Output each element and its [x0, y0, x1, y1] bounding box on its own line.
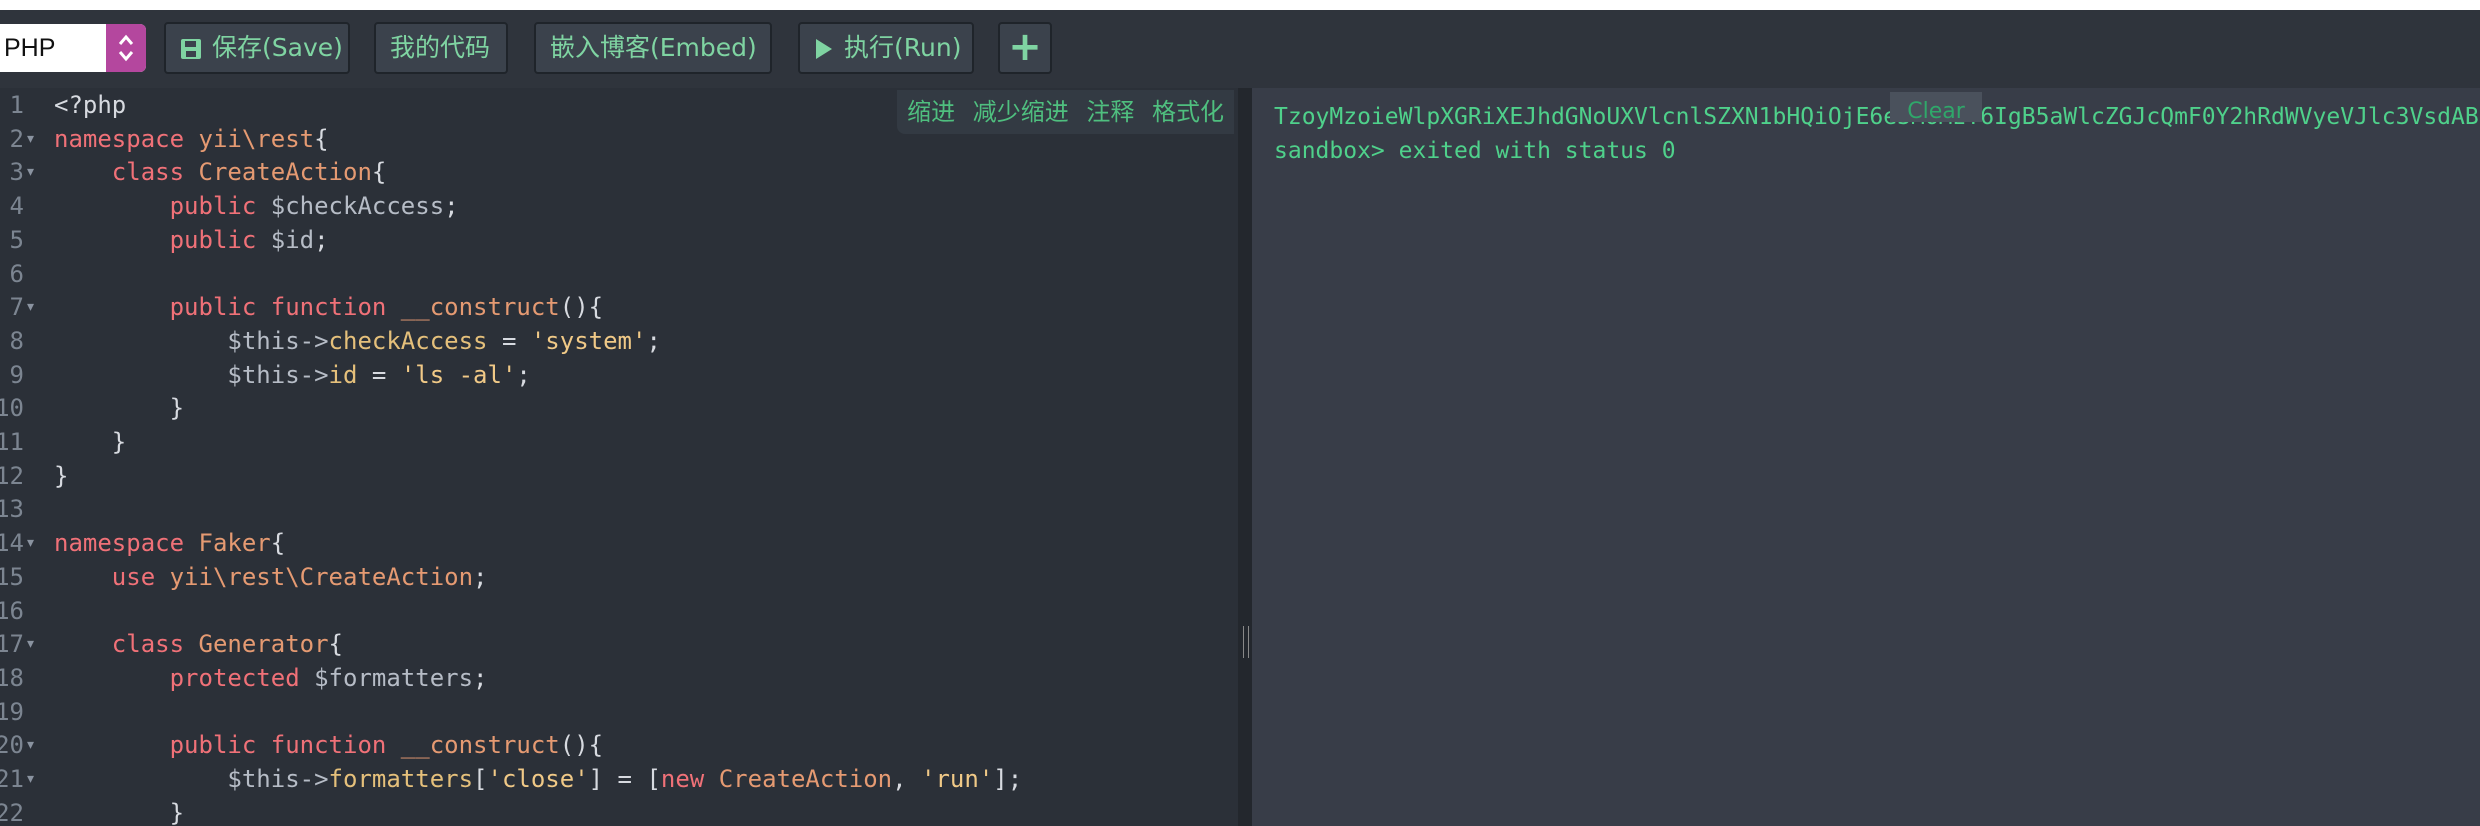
- pane-splitter[interactable]: [1238, 88, 1252, 826]
- line-number: 18: [0, 663, 24, 692]
- code-line[interactable]: namespace Faker{: [54, 526, 285, 560]
- code-line[interactable]: public $id;: [54, 223, 329, 257]
- outdent-button[interactable]: 减少缩进: [973, 98, 1069, 126]
- output-panel: TzoyMzoieWlpXGRiXEJhdGNoUXVlcnlSZXN1bHQi…: [1252, 88, 2480, 826]
- line-number: 21: [0, 765, 24, 793]
- code-line[interactable]: }: [54, 459, 68, 493]
- select-arrows-icon[interactable]: [106, 24, 146, 72]
- line-number: 10: [0, 394, 24, 423]
- line-number: 15: [0, 562, 24, 591]
- embed-button[interactable]: 嵌入博客(Embed): [534, 22, 772, 74]
- code-line[interactable]: protected $formatters;: [54, 661, 488, 695]
- language-select-value: PHP: [4, 34, 56, 62]
- editor-toolbox: 缩进 减少缩进 注释 格式化: [897, 90, 1234, 134]
- line-number: 9: [9, 360, 24, 389]
- format-button[interactable]: 格式化: [1152, 98, 1224, 126]
- fold-toggle-icon[interactable]: ▾: [27, 728, 34, 762]
- save-button-label: 保存(Save): [212, 33, 343, 62]
- language-select[interactable]: PHP: [0, 24, 146, 72]
- line-number: 14: [0, 529, 24, 558]
- code-line[interactable]: public function __construct(){: [54, 728, 604, 762]
- plus-icon: +: [1008, 24, 1042, 70]
- fold-toggle-icon[interactable]: ▾: [27, 122, 34, 156]
- line-number-gutter: 1 2 ▾ 3 ▾ 4 5 6 7 ▾ 8 9 10 11 12 13 14 ▾ 15 16 17 ▾ 18 19 20 ▾ 21 ▾…: [0, 88, 50, 826]
- my-code-button-label: 我的代码: [390, 33, 491, 62]
- fold-toggle-icon[interactable]: ▾: [27, 627, 34, 661]
- my-code-button[interactable]: 我的代码: [374, 22, 508, 74]
- code-line[interactable]: }: [54, 425, 126, 459]
- window-top-strip: [0, 0, 2480, 10]
- code-line[interactable]: use yii\rest\CreateAction;: [54, 560, 488, 594]
- code-line[interactable]: <?php: [54, 88, 126, 122]
- code-line[interactable]: class CreateAction{: [54, 155, 387, 189]
- code-line[interactable]: }: [54, 796, 184, 826]
- line-number: 20: [0, 731, 24, 760]
- line-number: 16: [0, 596, 24, 625]
- clear-button[interactable]: Clear: [1890, 92, 1982, 122]
- line-number: 12: [0, 461, 24, 490]
- line-number: 3: [9, 158, 24, 187]
- line-number: 8: [9, 326, 24, 355]
- floppy-disk-icon: [180, 38, 202, 60]
- line-number: 4: [9, 192, 24, 221]
- code-line[interactable]: public $checkAccess;: [54, 189, 459, 223]
- indent-button[interactable]: 缩进: [907, 98, 955, 126]
- line-number: 19: [0, 697, 24, 726]
- comment-button[interactable]: 注释: [1086, 98, 1134, 126]
- run-button[interactable]: 执行(Run): [798, 22, 974, 74]
- code-line[interactable]: $this->formatters['close'] = [new Create…: [54, 762, 1022, 796]
- run-button-label: 执行(Run): [844, 33, 962, 62]
- fold-toggle-icon[interactable]: ▾: [27, 155, 34, 189]
- embed-button-label: 嵌入博客(Embed): [550, 33, 757, 62]
- output-line: TzoyMzoieWlpXGRiXEJhdGNoUXVlcnlSZXN1bHQi…: [1274, 104, 2479, 130]
- fold-toggle-icon[interactable]: ▾: [27, 290, 34, 324]
- code-line[interactable]: }: [54, 391, 184, 425]
- code-line[interactable]: class Generator{: [54, 627, 343, 661]
- line-number: 5: [9, 225, 24, 254]
- code-line[interactable]: public function __construct(){: [54, 290, 604, 324]
- toolbar: PHP 保存(Save) 我的代码 嵌入博客(Embed) 执行(Run) +: [0, 10, 2480, 88]
- line-number: 17: [0, 630, 24, 659]
- splitter-grip-icon[interactable]: [1243, 626, 1249, 658]
- code-line[interactable]: namespace yii\rest{: [54, 122, 329, 156]
- code-line[interactable]: $this->id = 'ls -al';: [54, 358, 530, 392]
- save-button[interactable]: 保存(Save): [164, 22, 350, 74]
- play-icon: [814, 37, 834, 61]
- add-button[interactable]: +: [998, 22, 1052, 74]
- output-line: sandbox> exited with status 0: [1274, 138, 1676, 164]
- fold-toggle-icon[interactable]: ▾: [27, 526, 34, 560]
- line-number: 13: [0, 495, 24, 524]
- code-editor[interactable]: 1 2 ▾ 3 ▾ 4 5 6 7 ▾ 8 9 10 11 12 13 14 ▾ 15 16 17 ▾ 18 19 20 ▾ 21 ▾…: [0, 88, 1238, 826]
- line-number: 22: [0, 798, 24, 826]
- line-number: 2: [9, 124, 24, 153]
- code-line[interactable]: $this->checkAccess = 'system';: [54, 324, 661, 358]
- line-number: 1: [9, 91, 24, 119]
- fold-toggle-icon[interactable]: ▾: [27, 762, 34, 796]
- line-number: 7: [9, 293, 24, 322]
- line-number: 6: [9, 259, 24, 288]
- line-number: 11: [0, 428, 24, 456]
